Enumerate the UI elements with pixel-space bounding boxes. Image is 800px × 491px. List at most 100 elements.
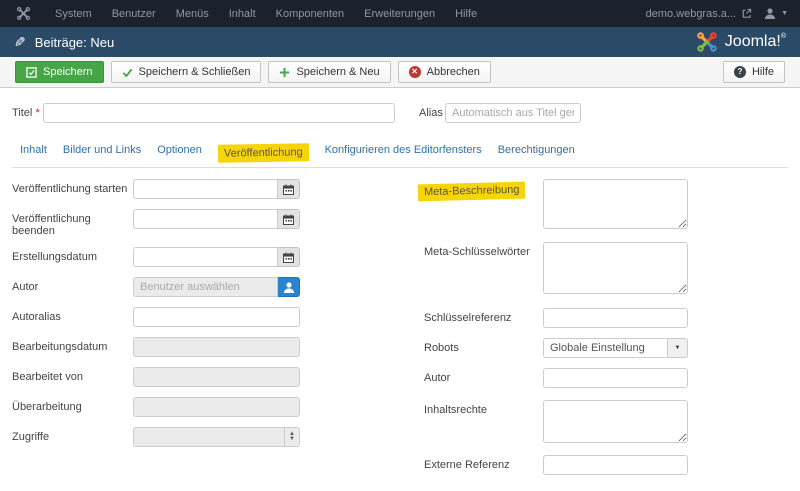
- title-field-label: Titel *: [12, 107, 40, 119]
- select-user-button[interactable]: [278, 277, 300, 297]
- page-title: Beiträge: Neu: [34, 34, 115, 50]
- field-label: Autor: [12, 281, 39, 293]
- alias-input[interactable]: [445, 103, 581, 123]
- field-row-created-date: Erstellungsdatum: [12, 247, 312, 267]
- meta-author-input[interactable]: [543, 368, 688, 388]
- highlight-marker: Meta-Beschreibung: [417, 181, 526, 202]
- external-reference-input[interactable]: [543, 455, 688, 475]
- title-input[interactable]: [43, 103, 395, 123]
- author-alias-input[interactable]: [133, 307, 300, 327]
- key-reference-input[interactable]: [543, 308, 688, 328]
- menubar-item-erweiterungen[interactable]: Erweiterungen: [354, 8, 445, 20]
- publish-up-input[interactable]: [133, 179, 278, 199]
- edit-pencil-icon: ✎: [14, 33, 26, 50]
- field-row-meta-keywords: Meta-Schlüsselwörter: [424, 242, 694, 294]
- field-label: Meta-Schlüsselwörter: [424, 246, 530, 258]
- field-row-author: Autor: [12, 277, 312, 297]
- field-label: Robots: [424, 342, 459, 354]
- field-label: Schlüsselreferenz: [424, 312, 512, 324]
- field-row-robots: Robots Globale Einstellung ▼: [424, 338, 694, 358]
- field-row-external-reference: Externe Referenz: [424, 455, 694, 475]
- save-button[interactable]: Speichern: [15, 61, 104, 83]
- admin-menubar: System Benutzer Menüs Inhalt Komponenten…: [0, 0, 800, 27]
- help-button[interactable]: ? Hilfe: [722, 61, 785, 83]
- number-spinner: ▲ ▼: [284, 428, 299, 446]
- brand-text: Joomla!®: [724, 33, 786, 50]
- calendar-icon: [283, 214, 294, 225]
- meta-description-textarea[interactable]: [543, 179, 688, 229]
- field-row-revision: Überarbeitung: [12, 397, 312, 417]
- field-label: Zugriffe: [12, 431, 50, 443]
- publishing-column: Veröffentlichung starten Veröffentlichun: [12, 179, 312, 457]
- external-link-icon: [742, 8, 752, 18]
- revision-input: [133, 397, 300, 417]
- calendar-button[interactable]: [278, 209, 300, 229]
- field-row-key-reference: Schlüsselreferenz: [424, 308, 694, 328]
- field-label: Autoralias: [12, 311, 61, 323]
- alias-label: Alias: [419, 107, 443, 119]
- tab-editorfenster[interactable]: Konfigurieren des Editorfensters: [317, 140, 490, 167]
- tab-berechtigungen[interactable]: Berechtigungen: [490, 140, 583, 167]
- field-row-modified-date: Bearbeitungsdatum: [12, 337, 312, 357]
- calendar-icon: [283, 184, 294, 195]
- help-icon: ?: [733, 66, 746, 78]
- title-row: Titel * Alias: [12, 103, 788, 123]
- field-label: Bearbeitungsdatum: [12, 341, 108, 353]
- highlight-marker: Veröffentlichung: [217, 143, 309, 163]
- hits-input: [133, 427, 300, 447]
- meta-keywords-textarea[interactable]: [543, 242, 688, 294]
- created-date-input[interactable]: [133, 247, 278, 267]
- field-row-publish-down: Veröffentlichung beenden: [12, 209, 312, 237]
- site-preview-link[interactable]: demo.webgras.a...: [646, 8, 753, 20]
- person-icon: [283, 281, 294, 293]
- save-close-button[interactable]: Speichern & Schließen: [110, 61, 262, 83]
- edit-form: Titel * Alias Inhalt Bilder und Links Op…: [0, 103, 800, 485]
- field-label: Inhaltsrechte: [424, 404, 487, 416]
- joomla-mark-icon: [16, 6, 31, 21]
- field-label: Erstellungsdatum: [12, 251, 97, 263]
- menubar-item-hilfe[interactable]: Hilfe: [445, 8, 487, 20]
- menubar-item-system[interactable]: System: [45, 8, 102, 20]
- save-new-button[interactable]: Speichern & Neu: [268, 61, 391, 83]
- tab-optionen[interactable]: Optionen: [149, 140, 210, 167]
- field-label: Bearbeitet von: [12, 371, 83, 383]
- menubar-item-menus[interactable]: Menüs: [166, 8, 219, 20]
- plus-icon: [280, 67, 290, 77]
- joomla-brand[interactable]: Joomla!®: [696, 31, 786, 53]
- robots-select[interactable]: Globale Einstellung ▼: [543, 338, 688, 358]
- chevron-down-icon: ▼: [781, 10, 788, 17]
- calendar-icon: [283, 252, 294, 263]
- metadata-column: Meta-Beschreibung Meta-Schlüsselwörter S…: [417, 179, 694, 485]
- joomla-logo-icon: [697, 32, 717, 52]
- caret-down-icon: ▼: [668, 338, 688, 358]
- robots-select-value: Globale Einstellung: [543, 338, 668, 358]
- field-label: Autor: [424, 372, 451, 384]
- publish-down-input[interactable]: [133, 209, 278, 229]
- field-label: Externe Referenz: [424, 459, 510, 471]
- tabs-bar: Inhalt Bilder und Links Optionen Veröffe…: [12, 140, 788, 168]
- user-icon: [764, 8, 776, 19]
- required-asterisk: *: [35, 107, 40, 119]
- content-rights-textarea[interactable]: [543, 400, 688, 443]
- menubar-item-komponenten[interactable]: Komponenten: [266, 8, 355, 20]
- check-icon: [122, 68, 132, 77]
- field-row-hits: Zugriffe ▲ ▼: [12, 427, 312, 447]
- menubar-item-inhalt[interactable]: Inhalt: [219, 8, 266, 20]
- field-label: Meta-Beschreibung: [417, 179, 543, 202]
- field-row-author-alias: Autoralias: [12, 307, 312, 327]
- modified-by-input: [133, 367, 300, 387]
- cancel-button[interactable]: ✕ Abbrechen: [397, 61, 491, 83]
- field-row-meta-description: Meta-Beschreibung: [417, 179, 694, 229]
- menubar-item-benutzer[interactable]: Benutzer: [102, 8, 166, 20]
- user-menu-button[interactable]: ▼: [764, 8, 788, 19]
- field-row-publish-up: Veröffentlichung starten: [12, 179, 312, 199]
- field-row-modified-by: Bearbeitet von: [12, 367, 312, 387]
- calendar-button[interactable]: [278, 179, 300, 199]
- calendar-button[interactable]: [278, 247, 300, 267]
- tab-inhalt[interactable]: Inhalt: [12, 140, 55, 167]
- tab-bilder-und-links[interactable]: Bilder und Links: [55, 140, 149, 167]
- field-row-content-rights: Inhaltsrechte: [424, 400, 694, 443]
- tab-veroeffentlichung[interactable]: Veröffentlichung: [210, 140, 317, 167]
- registered-mark: ®: [780, 33, 786, 40]
- spinner-down-icon: ▼: [289, 436, 295, 442]
